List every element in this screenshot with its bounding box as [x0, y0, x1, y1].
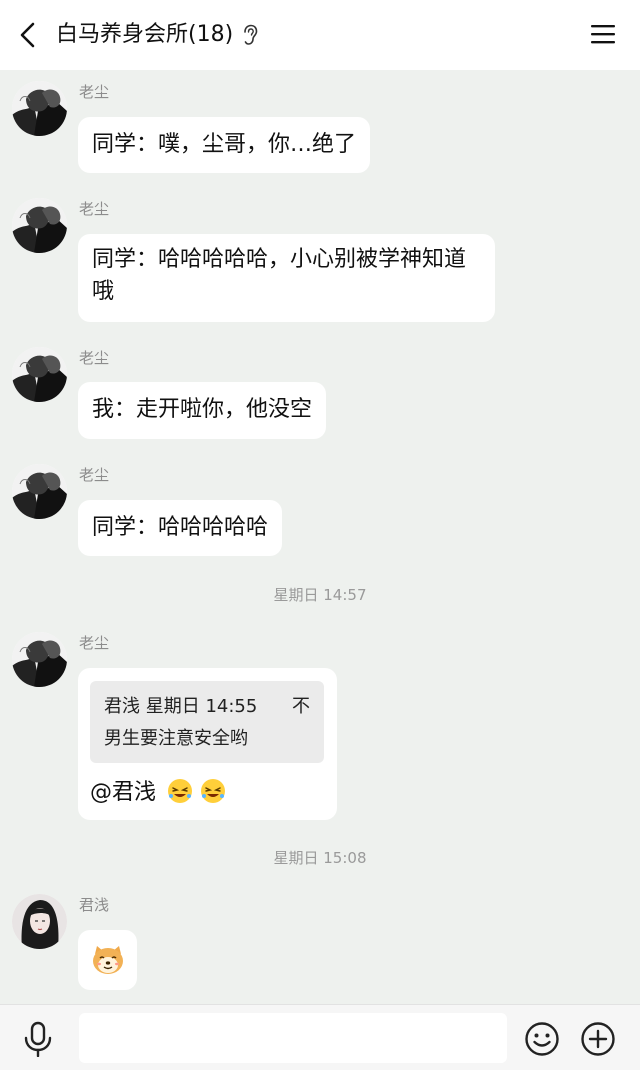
message-bubble[interactable]: 同学：哈哈哈哈哈，小心别被学神知道哦: [78, 234, 495, 322]
time-separator: 星期日 14:57: [273, 586, 367, 604]
message-text: 同学：哈哈哈哈哈: [92, 515, 269, 540]
mention-text[interactable]: @君浅: [90, 780, 156, 805]
ear-icon: [244, 24, 258, 45]
chat-header: 白马养身会所(18): [0, 0, 640, 70]
doge-dog-emoji-icon: [93, 946, 123, 974]
sender-name: 君浅: [79, 896, 110, 914]
quote-body: 男生要注意安全哟: [104, 728, 248, 749]
avatar-laochen[interactable]: [12, 632, 67, 687]
quote-close: 不: [292, 696, 310, 717]
message-bubble[interactable]: 同学：哈哈哈哈哈: [78, 500, 283, 556]
chat-title: 白马养身会所(18): [56, 22, 234, 47]
avatar-laochen[interactable]: [12, 464, 67, 519]
avatar-laochen[interactable]: [12, 198, 67, 253]
back-chevron-icon[interactable]: [14, 20, 44, 50]
message-input[interactable]: [79, 1013, 507, 1063]
smiley-icon[interactable]: [524, 1021, 560, 1057]
quote-header: 君浅 星期日 14:55: [104, 696, 258, 717]
message-text: 同学：噗，尘哥，你…绝了: [92, 132, 357, 157]
avatar-laochen[interactable]: [12, 81, 67, 136]
sender-name: 老尘: [79, 349, 110, 367]
chat-area[interactable]: 老尘 同学：噗，尘哥，你…绝了 老尘 同学：哈哈哈哈哈，小心别被学神知道哦 老尘…: [0, 70, 640, 1004]
message-bubble[interactable]: 同学：噗，尘哥，你…绝了: [78, 117, 371, 173]
reply-line: @君浅: [90, 777, 325, 809]
time-separator: 星期日 15:08: [273, 849, 367, 867]
input-bar: [0, 1004, 640, 1070]
sender-name: 老尘: [79, 466, 110, 484]
sender-name: 老尘: [79, 200, 110, 218]
sticker-bubble[interactable]: [78, 930, 137, 990]
message-bubble-with-quote[interactable]: 君浅 星期日 14:55 不 男生要注意安全哟 @君浅: [78, 668, 337, 820]
hamburger-menu-icon[interactable]: [590, 22, 616, 46]
microphone-icon[interactable]: [22, 1021, 54, 1057]
avatar-junqian[interactable]: [12, 894, 67, 949]
laughing-tears-emoji-icon: [168, 779, 193, 803]
plus-circle-icon[interactable]: [580, 1021, 616, 1057]
message-text: 同学：哈哈哈哈哈，小心别被学神知道哦: [92, 247, 467, 304]
sender-name: 老尘: [79, 634, 110, 652]
message-bubble[interactable]: 我：走开啦你，他没空: [78, 382, 327, 439]
title-wrap: 白马养身会所(18): [56, 18, 259, 52]
laughing-tears-emoji-icon: [201, 779, 226, 803]
message-text: 我：走开啦你，他没空: [92, 397, 313, 422]
quoted-message[interactable]: 君浅 星期日 14:55 不 男生要注意安全哟: [90, 681, 324, 763]
sender-name: 老尘: [79, 83, 110, 101]
avatar-laochen[interactable]: [12, 347, 67, 402]
